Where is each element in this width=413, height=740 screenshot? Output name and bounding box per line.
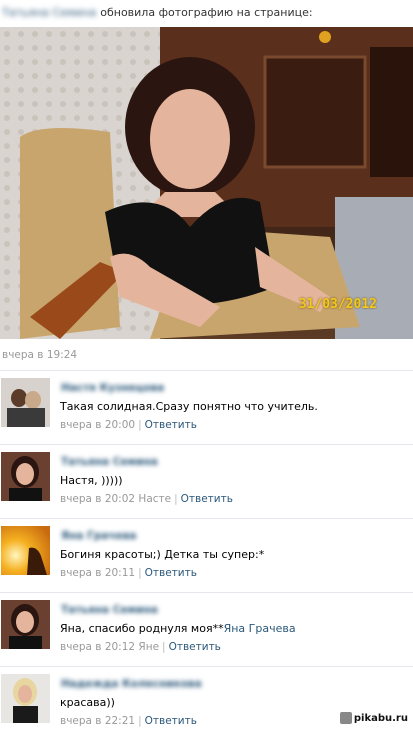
post-action-text: обновила фотографию на странице: [100, 6, 313, 19]
avatar[interactable] [1, 378, 50, 427]
comment: Татьяна Семина Яна, спасибо роднуля моя*… [0, 592, 413, 666]
comment-text: красава)) [60, 696, 115, 709]
separator: | [162, 641, 166, 653]
comment-author[interactable]: Татьяна Семина [61, 604, 158, 616]
avatar[interactable] [1, 674, 50, 723]
comment-text-content: Яна, спасибо роднуля моя** [60, 622, 224, 635]
comment-meta: вчера в 20:00 | Ответить [60, 419, 197, 431]
photo-image [0, 27, 413, 339]
separator: | [138, 567, 142, 579]
comment-meta: вчера в 22:21 | Ответить [60, 715, 197, 727]
comment-text: Настя, ))))) [60, 474, 123, 487]
comment-time[interactable]: вчера в 20:02 [60, 493, 135, 505]
reply-to[interactable]: Насте [138, 493, 171, 505]
photo-date-stamp: 31/03/2012 [298, 297, 377, 312]
comment-time[interactable]: вчера в 20:11 [60, 567, 135, 579]
comment-meta: вчера в 20:11 | Ответить [60, 567, 197, 579]
reply-button[interactable]: Ответить [181, 493, 233, 505]
avatar[interactable] [1, 526, 50, 575]
comment-meta: вчера в 20:12 Яне | Ответить [60, 641, 221, 653]
reply-button[interactable]: Ответить [145, 419, 197, 431]
comment-text-content: Богиня красоты;) Детка ты супер:* [60, 548, 265, 561]
comment-text: Яна, спасибо роднуля моя**Яна Грачева [60, 622, 296, 635]
reply-to[interactable]: Яне [138, 641, 159, 653]
comment-text: Такая солидная.Сразу понятно что учитель… [60, 400, 318, 413]
avatar[interactable] [1, 452, 50, 501]
separator: | [174, 493, 178, 505]
comment-text: Богиня красоты;) Детка ты супер:* [60, 548, 264, 561]
separator: | [138, 419, 142, 431]
reply-button[interactable]: Ответить [145, 715, 197, 727]
reply-button[interactable]: Ответить [169, 641, 221, 653]
comment-text-content: Настя, ))))) [60, 474, 123, 487]
reply-button[interactable]: Ответить [145, 567, 197, 579]
watermark: pikabu.ru [339, 712, 408, 724]
separator: | [138, 715, 142, 727]
comment-author[interactable]: Настя Кузнецова [61, 382, 164, 394]
comment: Яна Грачева Богиня красоты;) Детка ты су… [0, 518, 413, 592]
post-photo[interactable]: 31/03/2012 [0, 27, 413, 339]
comment-author[interactable]: Надежда Колесникова [61, 678, 202, 690]
comment-time[interactable]: вчера в 22:21 [60, 715, 135, 727]
comment: Настя Кузнецова Такая солидная.Сразу пон… [0, 370, 413, 444]
comment-meta: вчера в 20:02 Насте | Ответить [60, 493, 233, 505]
avatar[interactable] [1, 600, 50, 649]
comment-author[interactable]: Татьяна Семина [61, 456, 158, 468]
post-time[interactable]: вчера в 19:24 [2, 349, 77, 361]
comments-list: Настя Кузнецова Такая солидная.Сразу пон… [0, 370, 413, 740]
watermark-text: pikabu.ru [353, 713, 408, 724]
comment-time[interactable]: вчера в 20:00 [60, 419, 135, 431]
post-author-link[interactable]: Татьяна Семина [2, 6, 96, 19]
mention-link[interactable]: Яна Грачева [224, 622, 296, 635]
post-header: Татьяна Семина обновила фотографию на стр… [2, 6, 313, 20]
comment-text-content: красава)) [60, 696, 115, 709]
comment: Татьяна Семина Настя, ))))) вчера в 20:0… [0, 444, 413, 518]
comment-text-content: Такая солидная.Сразу понятно что учитель… [60, 400, 318, 413]
comment-author[interactable]: Яна Грачева [61, 530, 136, 542]
comment-time[interactable]: вчера в 20:12 [60, 641, 135, 653]
pikabu-logo-icon [339, 712, 352, 724]
